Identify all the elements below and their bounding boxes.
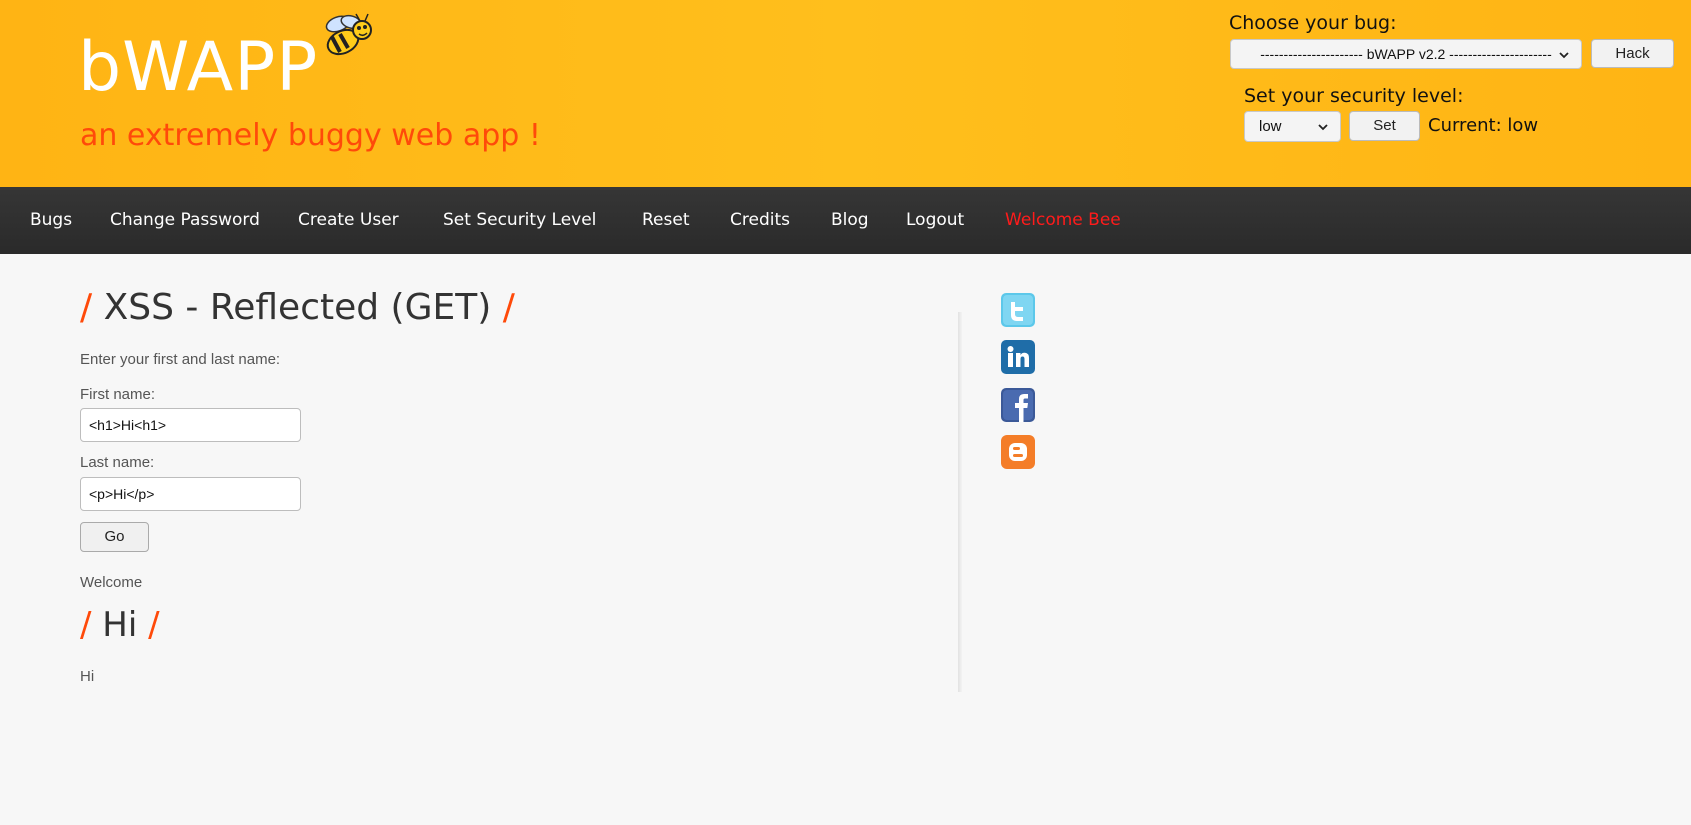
go-button[interactable]: Go xyxy=(80,522,149,552)
title-slash-right: / xyxy=(502,287,515,328)
tagline: an extremely buggy web app ! xyxy=(80,118,541,153)
main-nav: Bugs Change Password Create User Set Sec… xyxy=(0,187,1691,254)
security-level-select[interactable]: low xyxy=(1244,111,1341,142)
welcome-text: Welcome xyxy=(80,574,143,591)
first-name-input[interactable]: <h1>Hi<h1> xyxy=(80,408,301,442)
page-title: / XSS - Reflected (GET) / xyxy=(80,283,515,333)
logo-text[interactable]: bWAPP xyxy=(78,28,318,108)
reflected-heading: / Hi / xyxy=(80,602,160,648)
nav-item-blog[interactable]: Blog xyxy=(831,209,869,231)
current-level-text: Current: low xyxy=(1428,115,1539,136)
nav-item-credits[interactable]: Credits xyxy=(730,209,790,231)
bug-select[interactable]: ---------------------- bWAPP v2.2 ------… xyxy=(1230,39,1582,69)
reflected-paragraph: Hi xyxy=(80,668,95,685)
nav-item-bugs[interactable]: Bugs xyxy=(30,209,72,231)
heading-slash-left: / xyxy=(80,605,92,645)
bee-logo-icon xyxy=(318,12,378,58)
bug-select-value: ---------------------- bWAPP v2.2 ------… xyxy=(1260,46,1552,62)
heading-slash-right: / xyxy=(148,605,160,645)
content-divider xyxy=(958,312,962,692)
security-level-label: Set your security level: xyxy=(1244,85,1464,107)
welcome-user-link[interactable]: Welcome Bee xyxy=(1005,209,1121,231)
twitter-icon[interactable] xyxy=(1001,293,1035,327)
nav-item-reset[interactable]: Reset xyxy=(642,209,690,231)
last-name-label: Last name: xyxy=(80,454,155,471)
chevron-down-icon xyxy=(1318,124,1328,131)
linkedin-icon[interactable] xyxy=(1001,340,1035,374)
last-name-input[interactable]: <p>Hi</p> xyxy=(80,477,301,511)
chevron-down-icon xyxy=(1559,52,1569,59)
nav-item-set-security-level[interactable]: Set Security Level xyxy=(443,209,596,231)
first-name-label: First name: xyxy=(80,386,156,403)
nav-item-logout[interactable]: Logout xyxy=(906,209,964,231)
page-title-text: XSS - Reflected (GET) xyxy=(103,287,492,328)
facebook-icon[interactable] xyxy=(1001,388,1035,422)
choose-bug-label: Choose your bug: xyxy=(1229,12,1397,34)
set-button[interactable]: Set xyxy=(1349,111,1420,141)
nav-item-create-user[interactable]: Create User xyxy=(298,209,399,231)
site-header: bWAPP an extremely buggy web app ! Choos… xyxy=(0,0,1691,187)
hack-button[interactable]: Hack xyxy=(1591,39,1674,68)
reflected-heading-text: Hi xyxy=(102,605,138,645)
title-slash-left: / xyxy=(80,287,93,328)
security-level-value: low xyxy=(1259,118,1282,135)
instructions-text: Enter your first and last name: xyxy=(80,351,281,368)
blogger-icon[interactable] xyxy=(1001,435,1035,469)
nav-item-change-password[interactable]: Change Password xyxy=(110,209,260,231)
